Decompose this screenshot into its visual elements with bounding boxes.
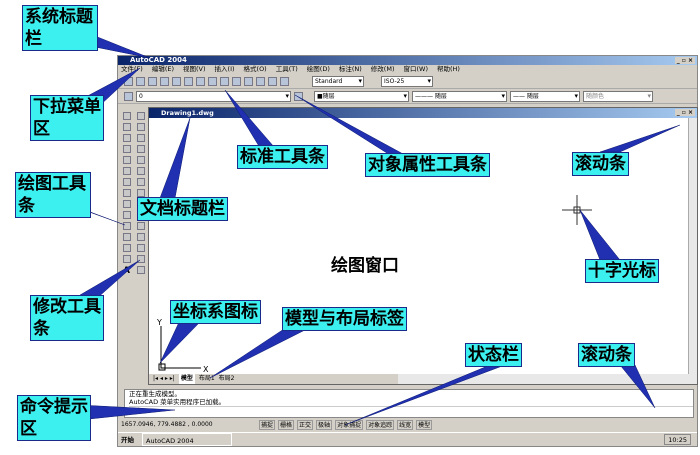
- pointer-tabs: [209, 324, 306, 379]
- callout-doc-title: 文档标题栏: [137, 197, 228, 221]
- pointer-scroll-top: [599, 124, 681, 153]
- callout-title-bar: 系统标题栏: [22, 5, 98, 51]
- callout-ucs-icon: 坐标系图标: [170, 300, 261, 324]
- pointer-status: [344, 364, 506, 426]
- callout-draw-toolbar: 绘图工具条: [15, 172, 91, 218]
- callout-modify-toolbar: 修改工具条: [30, 295, 104, 341]
- callout-command: 命令提示区: [17, 395, 91, 441]
- pointer-command: [79, 404, 176, 421]
- callout-menu: 下拉菜单区: [30, 95, 104, 141]
- callout-status-bar: 状态栏: [465, 343, 522, 367]
- pointer-scroll-bottom: [619, 364, 656, 409]
- callout-drawing-window: 绘图窗口: [328, 254, 402, 278]
- pointer-standard: [224, 89, 276, 149]
- callout-scrollbar-top: 滚动条: [572, 152, 629, 176]
- pointer-doc-title: [159, 117, 191, 199]
- callout-properties-toolbar: 对象属性工具条: [365, 153, 490, 177]
- callout-standard-toolbar: 标准工具条: [237, 145, 328, 169]
- callout-layout-tabs: 模型与布局标签: [282, 307, 407, 331]
- pointer-modify: [79, 259, 141, 301]
- callout-scrollbar-bottom: 滚动条: [578, 343, 635, 367]
- pointer-ucs: [159, 319, 201, 364]
- pointer-crosshair: [579, 209, 621, 261]
- callout-crosshair: 十字光标: [585, 259, 659, 283]
- callout-pointers: [59, 29, 681, 426]
